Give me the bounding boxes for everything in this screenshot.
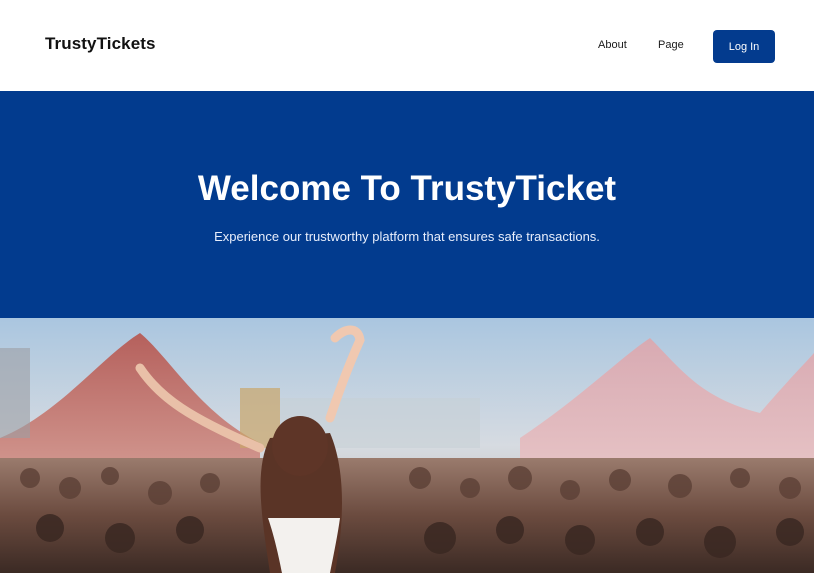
concert-crowd-illustration xyxy=(0,318,814,573)
concert-crowd-photo xyxy=(0,318,814,573)
top-navbar: TrustyTickets About Page Log In xyxy=(0,0,814,91)
hero-title: Welcome To TrustyTicket xyxy=(197,169,617,208)
nav-link-about[interactable]: About xyxy=(598,39,627,51)
nav-link-page[interactable]: Page xyxy=(658,39,684,51)
hero-section: Welcome To TrustyTicket Experience our t… xyxy=(0,91,814,318)
brand-logo-text[interactable]: TrustyTickets xyxy=(45,34,156,54)
login-button[interactable]: Log In xyxy=(713,30,775,63)
hero-subtitle: Experience our trustworthy platform that… xyxy=(214,229,600,244)
